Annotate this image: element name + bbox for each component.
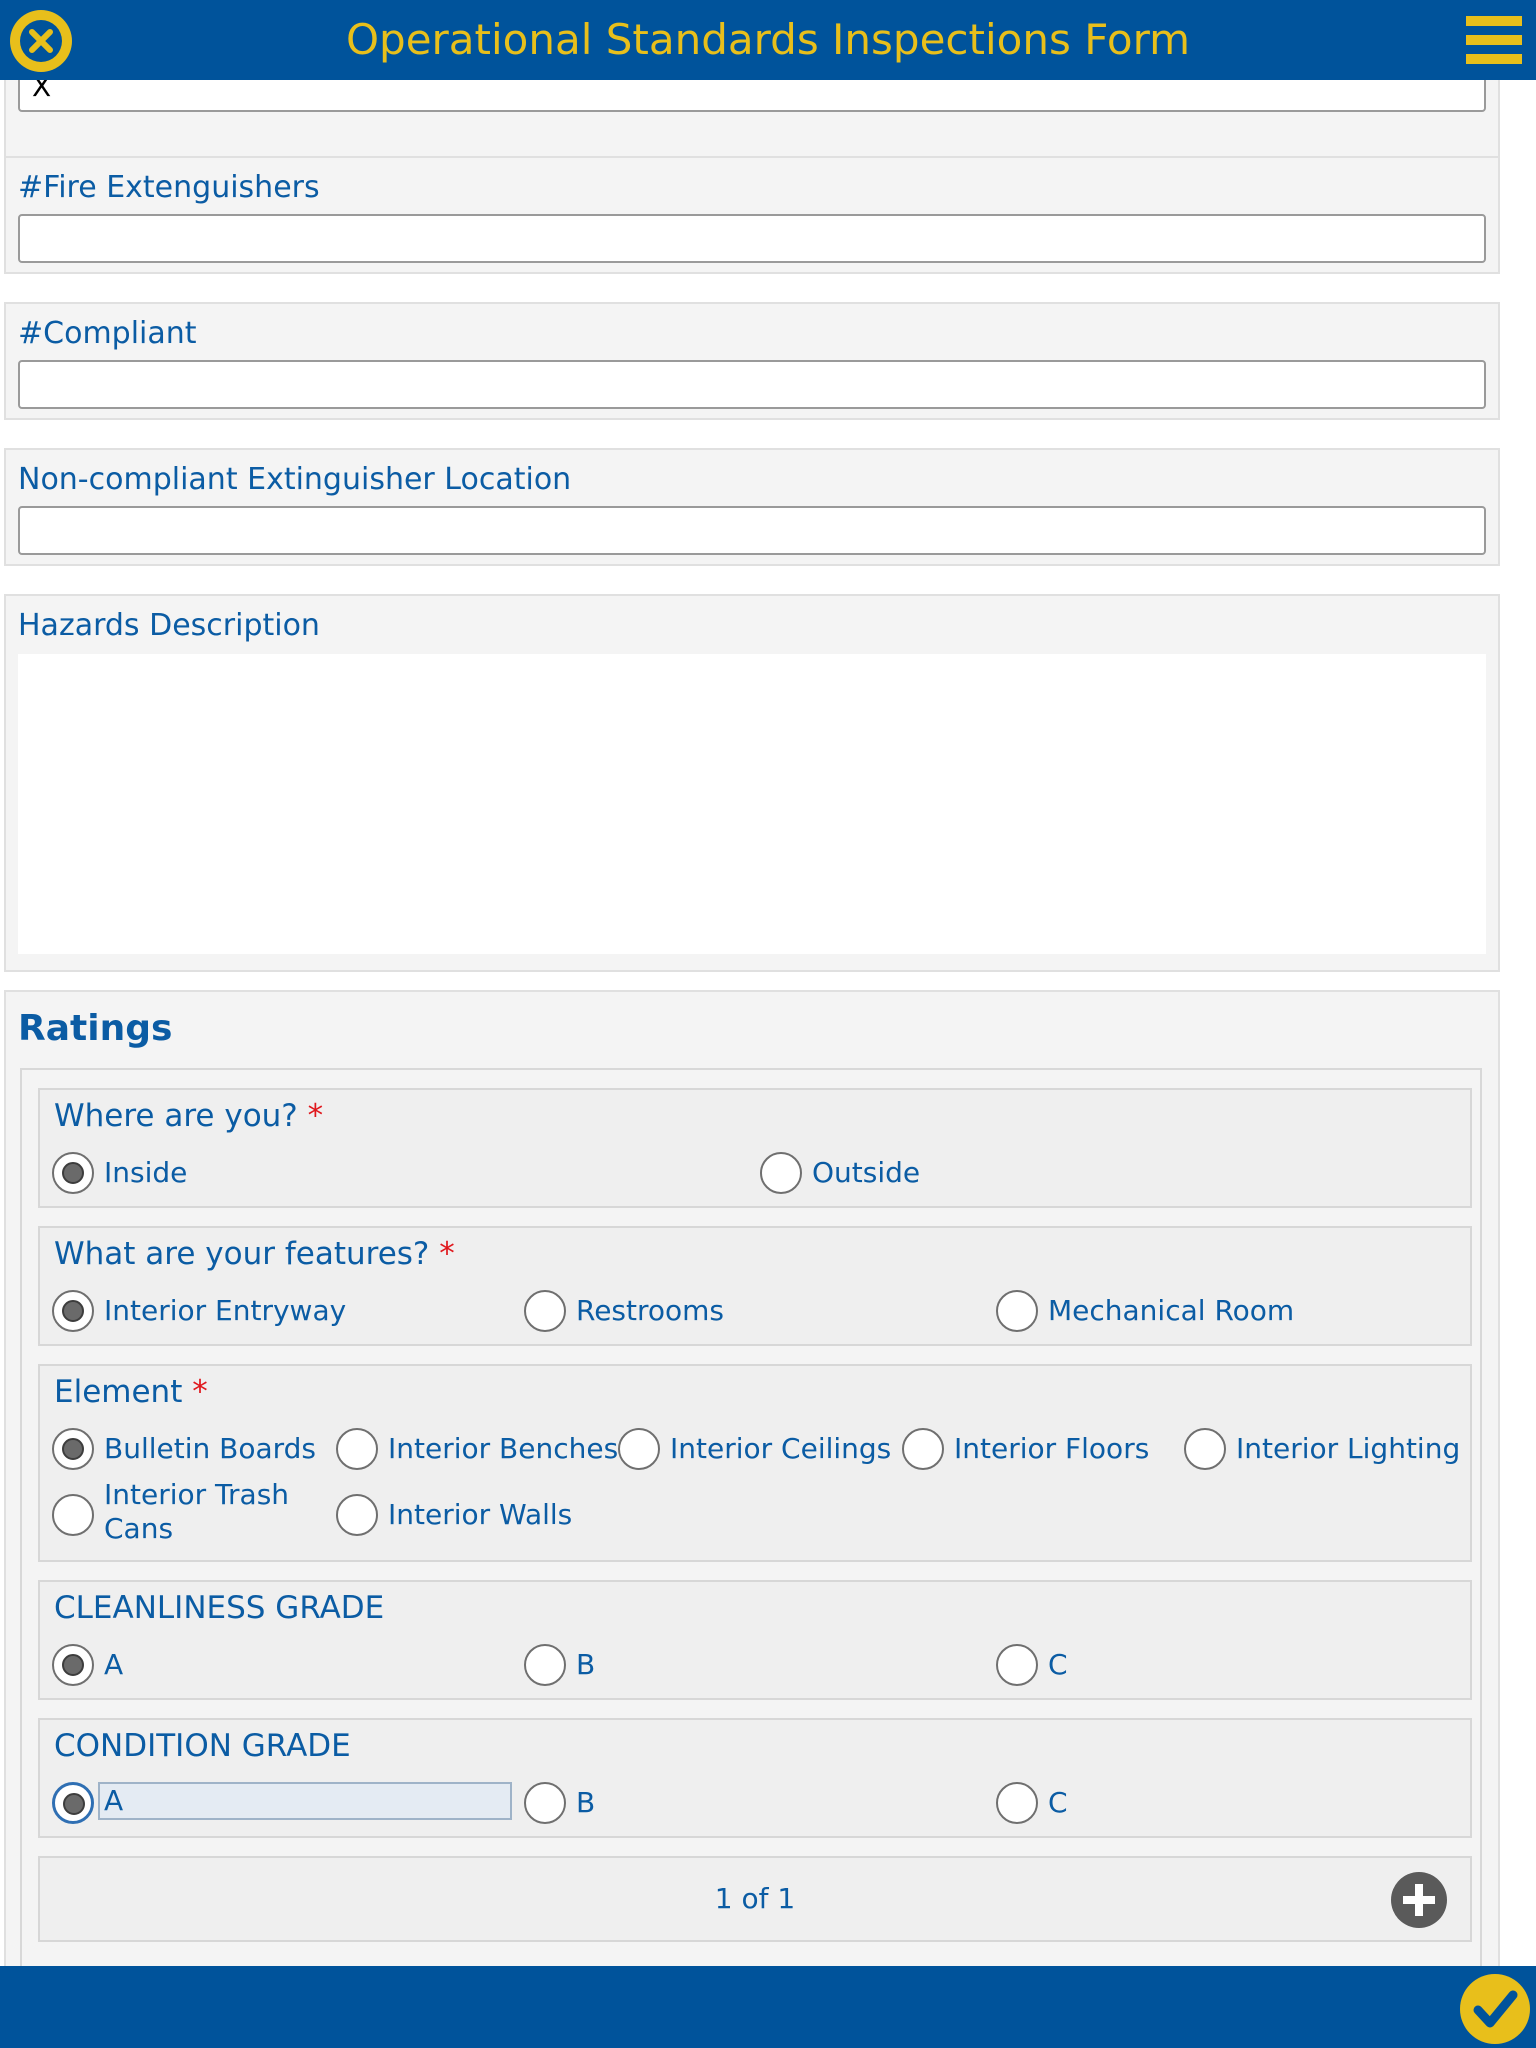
close-icon [20,20,62,62]
radio-selected[interactable] [52,1782,94,1824]
radio[interactable] [1184,1428,1226,1470]
cleanliness-question: CLEANLINESS GRADE A B C [38,1580,1472,1700]
compliant-label: #Compliant [18,316,197,351]
where-question-label: Where are you? * [54,1098,324,1134]
radio[interactable] [618,1428,660,1470]
option-label: Interior Ceilings [670,1432,892,1465]
where-question: Where are you? * Inside Outside [38,1088,1472,1208]
option-label: Interior Floors [954,1432,1150,1465]
previous-field-input[interactable]: X [18,80,1486,112]
condition-question: CONDITION GRADE A B C [38,1718,1472,1838]
radio[interactable] [524,1644,566,1686]
radio[interactable] [760,1152,802,1194]
option-label: A [104,1648,124,1681]
radio[interactable] [336,1428,378,1470]
features-question: What are your features? * Interior Entry… [38,1226,1472,1346]
radio[interactable] [52,1494,94,1536]
fire-extinguishers-card: #Fire Extenguishers [4,156,1500,274]
compliant-input[interactable] [18,360,1486,409]
radio[interactable] [524,1290,566,1332]
noncompliant-location-card: Non-compliant Extinguisher Location [4,448,1500,566]
compliant-card: #Compliant [4,302,1500,420]
page-title: Operational Standards Inspections Form [345,15,1191,64]
option-label: Interior Benches [388,1432,619,1465]
option-label: B [576,1786,596,1819]
submit-button[interactable] [1460,1974,1530,2044]
required-marker: * [439,1236,455,1272]
option-label: C [1048,1648,1068,1681]
option-label: Bulletin Boards [104,1432,317,1465]
close-button[interactable] [10,10,72,72]
radio-selected[interactable] [52,1428,94,1470]
radio-selected[interactable] [52,1290,94,1332]
header-bar: Operational Standards Inspections Form [0,0,1536,80]
noncompliant-location-label: Non-compliant Extinguisher Location [18,462,572,497]
option-label: A [98,1782,512,1820]
ratings-title: Ratings [18,1008,173,1049]
option-label: Mechanical Room [1048,1294,1295,1327]
element-question-label: Element * [54,1374,208,1410]
noncompliant-location-input[interactable] [18,506,1486,555]
features-question-label: What are your features? * [54,1236,455,1272]
radio-selected[interactable] [52,1152,94,1194]
hazards-description-label: Hazards Description [18,608,320,643]
radio[interactable] [996,1644,1038,1686]
footer-bar [0,1966,1536,2048]
required-marker: * [192,1374,208,1410]
menu-icon [1466,16,1522,26]
required-marker: * [307,1098,324,1134]
radio[interactable] [902,1428,944,1470]
hazards-description-card: Hazards Description [4,594,1500,972]
radio-selected[interactable] [52,1644,94,1686]
option-label: Outside [812,1156,921,1189]
option-label: Interior Trash Cans [104,1478,290,1545]
add-rating-button[interactable] [1391,1872,1447,1928]
option-label: Interior Entryway [104,1294,347,1327]
hazards-description-textarea[interactable] [18,654,1486,954]
radio[interactable] [996,1782,1038,1824]
form-content[interactable]: X #Fire Extenguishers #Compliant Non-com… [0,80,1536,1966]
fire-extinguishers-label: #Fire Extenguishers [18,170,320,205]
checkmark-icon [1473,1990,1518,2028]
option-label: C [1048,1786,1068,1819]
option-label: Restrooms [576,1294,725,1327]
menu-button[interactable] [1466,16,1522,64]
ratings-pager: 1 of 1 [38,1856,1472,1942]
radio[interactable] [524,1782,566,1824]
element-question: Element * Bulletin Boards Interior Bench… [38,1364,1472,1562]
option-label: Interior Walls [388,1498,573,1531]
option-label: Interior Lighting [1236,1432,1461,1465]
cleanliness-question-label: CLEANLINESS GRADE [54,1590,385,1626]
option-label: Inside [104,1156,188,1189]
pager-label: 1 of 1 [714,1882,796,1915]
condition-question-label: CONDITION GRADE [54,1728,351,1764]
radio[interactable] [336,1494,378,1536]
ratings-section: Ratings Where are you? * Inside Outside … [4,990,1500,1966]
ratings-inner: Where are you? * Inside Outside What are… [20,1068,1482,1966]
fire-extinguishers-input[interactable] [18,214,1486,263]
option-label: B [576,1648,596,1681]
radio[interactable] [996,1290,1038,1332]
